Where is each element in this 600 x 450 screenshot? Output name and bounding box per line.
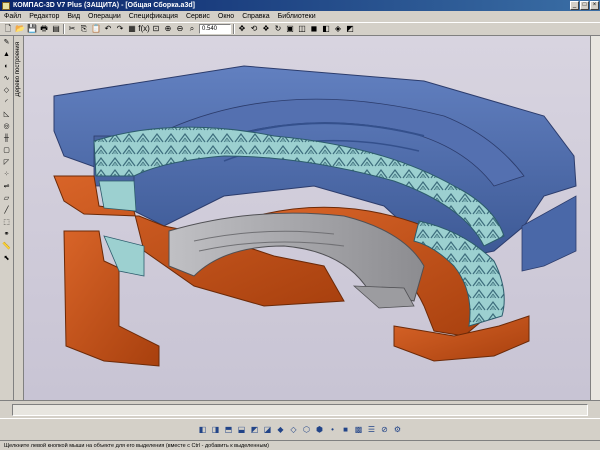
slope-icon[interactable]: ◸: [2, 158, 11, 167]
bottom-toolbar: ◧ ◨ ⬒ ⬓ ◩ ◪ ◆ ◇ ⬡ ⬢ • ■ ▩ ☰ ⊘ ⚙: [0, 418, 600, 440]
window-controls: _ □ ×: [570, 1, 599, 10]
filter-body-icon[interactable]: ■: [341, 425, 351, 435]
undo-icon[interactable]: ↶: [103, 24, 113, 34]
vertical-scrollbar[interactable]: [590, 36, 600, 400]
section-icon[interactable]: ◩: [345, 24, 355, 34]
rib-icon[interactable]: ╫: [2, 134, 11, 143]
select-all-icon[interactable]: ☰: [367, 425, 377, 435]
filter-vertex-icon[interactable]: •: [328, 425, 338, 435]
kinematic-icon[interactable]: ∿: [2, 74, 11, 83]
select-icon[interactable]: ⬉: [2, 254, 11, 263]
status-bar: Щелкните левой кнопкой мыши на объекте д…: [0, 440, 600, 450]
shaded-edges-icon[interactable]: ◧: [321, 24, 331, 34]
app-window: КОМПАС-3D V7 Plus (ЗАЩИТА) - [Общая Сбор…: [0, 0, 600, 450]
extrude-icon[interactable]: ▲: [2, 50, 11, 59]
toolbar-separator: [63, 24, 65, 34]
menu-window[interactable]: Окно: [218, 13, 234, 20]
save-icon[interactable]: 💾: [27, 24, 37, 34]
menu-editor[interactable]: Редактор: [29, 13, 59, 20]
filter-edge-icon[interactable]: ⬡: [302, 425, 312, 435]
menu-help[interactable]: Справка: [242, 13, 269, 20]
command-area: [0, 400, 600, 418]
chamfer-icon[interactable]: ◺: [2, 110, 11, 119]
properties-icon[interactable]: ▦: [127, 24, 137, 34]
close-button[interactable]: ×: [590, 1, 599, 10]
measure-icon[interactable]: 📏: [2, 242, 11, 251]
filter-component-icon[interactable]: ▩: [354, 425, 364, 435]
status-hint: Щелкните левой кнопкой мыши на объекте д…: [4, 442, 270, 449]
view-dimetric-icon[interactable]: ◇: [289, 425, 299, 435]
array-icon[interactable]: ⁘: [2, 170, 11, 179]
menu-libraries[interactable]: Библиотеки: [278, 13, 316, 20]
minimize-button[interactable]: _: [570, 1, 579, 10]
refresh-icon[interactable]: ↻: [273, 24, 283, 34]
view-top-icon[interactable]: ⬒: [224, 425, 234, 435]
menu-operations[interactable]: Операции: [88, 13, 121, 20]
deselect-icon[interactable]: ⊘: [380, 425, 390, 435]
axis-icon[interactable]: ╱: [2, 206, 11, 215]
menu-bar: Файл Редактор Вид Операции Спецификация Серви…: [0, 11, 600, 22]
main-toolbar: 🗋 📂 💾 🖶 ▤ ✂ ⎘ 📋 ↶ ↷ ▦ f(x) ⊡ ⊕ ⊖ ⌕ 0.540 ✥ ⟲ ❖ ↻ ▣ ◫ ◼ ◧ ◈ ◩: [0, 22, 600, 36]
plane-icon[interactable]: ▱: [2, 194, 11, 203]
view-iso-icon[interactable]: ◆: [276, 425, 286, 435]
zoom-window-icon[interactable]: ⊡: [151, 24, 161, 34]
rotate-op-icon[interactable]: ◐: [2, 62, 11, 71]
component-icon[interactable]: ⬚: [2, 218, 11, 227]
hidden-lines-icon[interactable]: ◫: [297, 24, 307, 34]
view-bottom-icon[interactable]: ⬓: [237, 425, 247, 435]
hole-icon[interactable]: ◎: [2, 122, 11, 131]
orient-icon[interactable]: ❖: [261, 24, 271, 34]
pan-icon[interactable]: ✥: [237, 24, 247, 34]
shaded-icon[interactable]: ◼: [309, 24, 319, 34]
view-right-icon[interactable]: ◪: [263, 425, 273, 435]
app-icon: [2, 1, 10, 10]
command-panel[interactable]: [12, 404, 588, 416]
view-front-icon[interactable]: ◧: [198, 425, 208, 435]
view-back-icon[interactable]: ◨: [211, 425, 221, 435]
menu-view[interactable]: Вид: [67, 13, 80, 20]
loft-icon[interactable]: ◇: [2, 86, 11, 95]
menu-service[interactable]: Сервис: [186, 13, 210, 20]
zoom-input[interactable]: 0.540: [199, 24, 231, 34]
tree-tab-label: Дерево построения: [15, 42, 21, 97]
paste-icon[interactable]: 📋: [91, 24, 101, 34]
zoom-all-icon[interactable]: ⌕: [187, 24, 197, 34]
redo-icon[interactable]: ↷: [115, 24, 125, 34]
preview-icon[interactable]: ▤: [51, 24, 61, 34]
menu-file[interactable]: Файл: [4, 13, 21, 20]
model-viewport[interactable]: [24, 36, 600, 400]
maximize-button[interactable]: □: [580, 1, 589, 10]
view-left-icon[interactable]: ◩: [250, 425, 260, 435]
shell-icon[interactable]: ▢: [2, 146, 11, 155]
tree-tab[interactable]: Дерево построения: [14, 36, 24, 400]
zoom-out-icon[interactable]: ⊖: [175, 24, 185, 34]
print-icon[interactable]: 🖶: [39, 24, 49, 34]
wireframe-icon[interactable]: ▣: [285, 24, 295, 34]
toolbar-separator: [233, 24, 235, 34]
sketch-icon[interactable]: ✎: [2, 38, 11, 47]
open-file-icon[interactable]: 📂: [15, 24, 25, 34]
filter-face-icon[interactable]: ⬢: [315, 425, 325, 435]
menu-specification[interactable]: Спецификация: [129, 13, 178, 20]
variables-icon[interactable]: f(x): [138, 24, 150, 34]
cut-icon[interactable]: ✂: [67, 24, 77, 34]
new-file-icon[interactable]: 🗋: [3, 24, 13, 34]
perspective-icon[interactable]: ◈: [333, 24, 343, 34]
assembly-model[interactable]: [24, 36, 600, 400]
mirror-icon[interactable]: ⇌: [2, 182, 11, 191]
title-bar[interactable]: КОМПАС-3D V7 Plus (ЗАЩИТА) - [Общая Сбор…: [0, 0, 600, 11]
zoom-in-icon[interactable]: ⊕: [163, 24, 173, 34]
fillet-icon[interactable]: ◜: [2, 98, 11, 107]
left-toolbar: ✎ ▲ ◐ ∿ ◇ ◜ ◺ ◎ ╫ ▢ ◸ ⁘ ⇌ ▱ ╱ ⬚ ⚭ 📏 ⬉: [0, 36, 14, 400]
settings-icon[interactable]: ⚙: [393, 425, 403, 435]
window-title: КОМПАС-3D V7 Plus (ЗАЩИТА) - [Общая Сбор…: [13, 2, 195, 9]
rotate-icon[interactable]: ⟲: [249, 24, 259, 34]
mate-icon[interactable]: ⚭: [2, 230, 11, 239]
copy-icon[interactable]: ⎘: [79, 24, 89, 34]
